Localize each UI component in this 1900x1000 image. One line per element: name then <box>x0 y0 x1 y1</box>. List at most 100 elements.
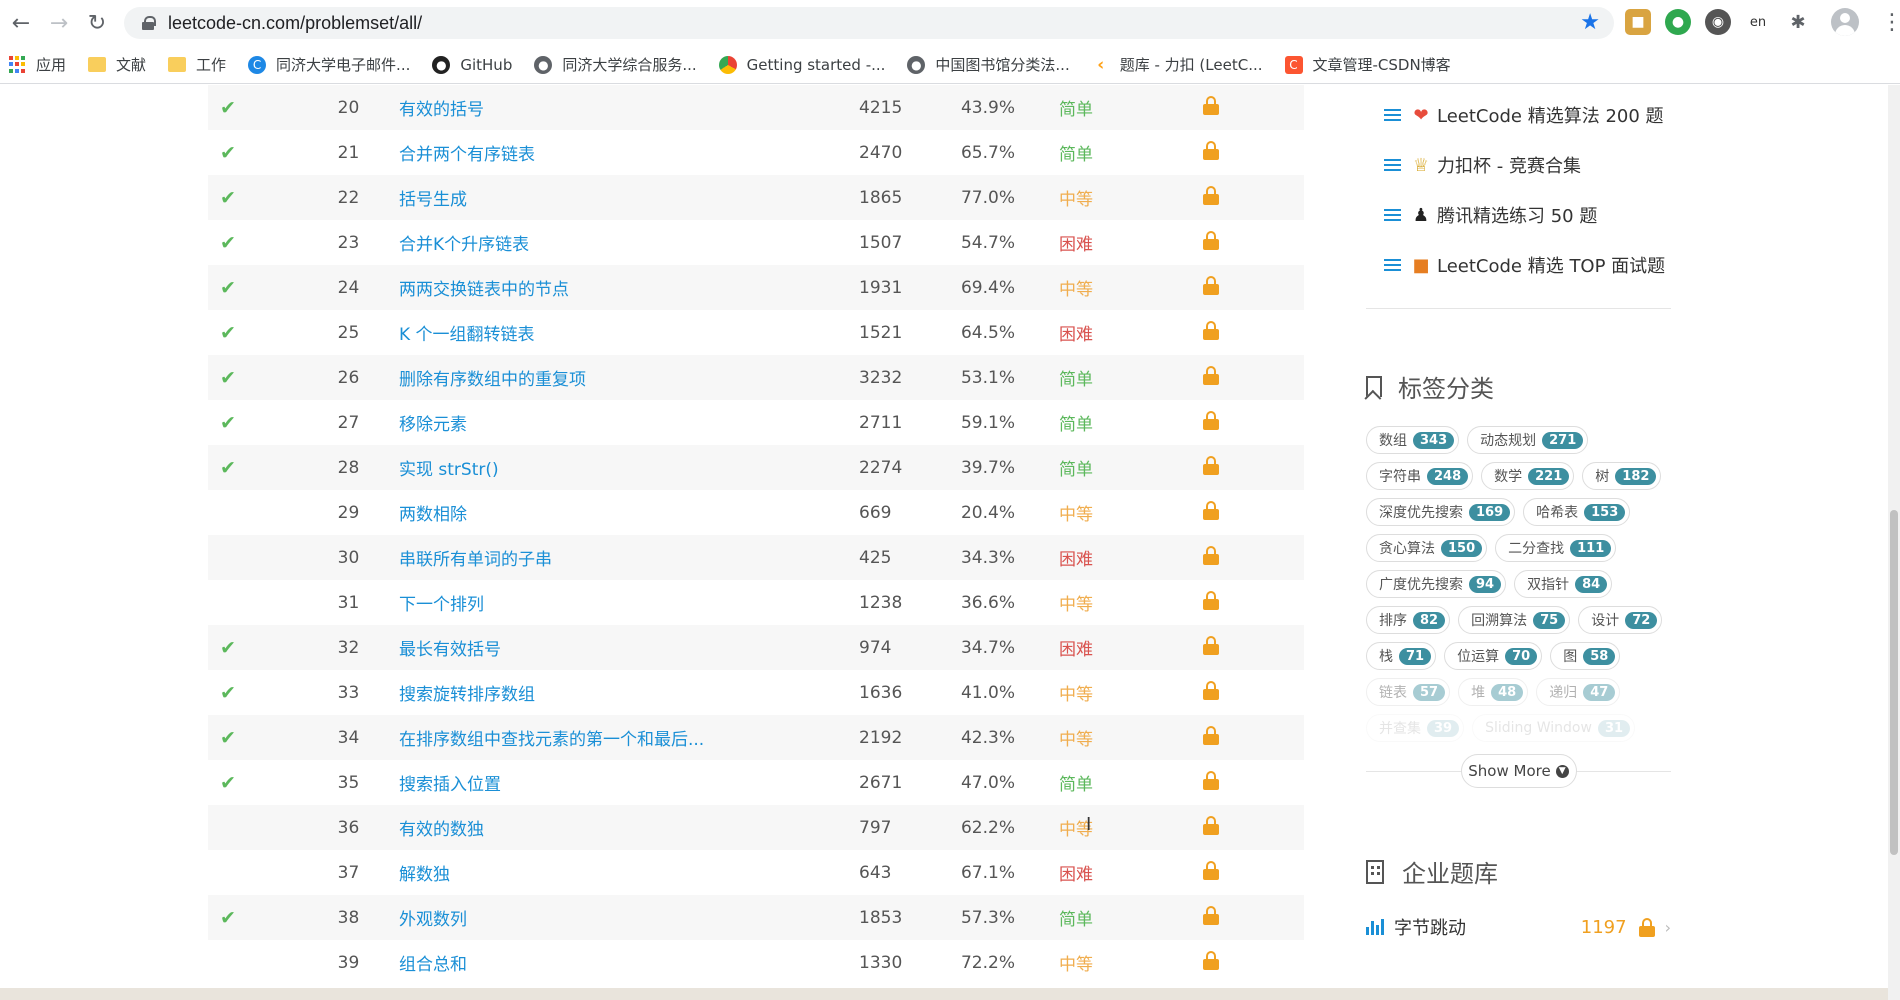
problem-row[interactable]: ✔ 21 合并两个有序链表 2470 65.7% 简单 <box>208 130 1304 175</box>
forward-arrow-icon[interactable]: → <box>42 6 76 40</box>
scrollbar-thumb[interactable] <box>1890 510 1898 855</box>
url-text[interactable]: leetcode-cn.com/problemset/all/ <box>168 13 422 34</box>
back-arrow-icon[interactable]: ← <box>4 6 38 40</box>
problem-row[interactable]: 31 下一个排列 1238 36.6% 中等 <box>208 580 1304 625</box>
frequency-lock[interactable] <box>1121 905 1241 930</box>
extension-translate-icon[interactable]: en <box>1745 9 1771 35</box>
problem-row[interactable]: ✔ 28 实现 strStr() 2274 39.7% 简单 <box>208 445 1304 490</box>
tag-chip[interactable]: 贪心算法 150 <box>1366 534 1488 562</box>
problem-title-link[interactable]: 有效的数独 <box>375 815 845 840</box>
problem-title-link[interactable]: 组合总和 <box>375 950 845 975</box>
profile-avatar[interactable] <box>1831 8 1859 36</box>
frequency-lock[interactable] <box>1121 545 1241 570</box>
problem-row[interactable]: ✔ 34 在排序数组中查找元素的第一个和最后... 2192 42.3% 中等 <box>208 715 1304 760</box>
bookmark-folder-work[interactable]: 工作 <box>168 54 226 75</box>
problem-title-link[interactable]: 串联所有单词的子串 <box>375 545 845 570</box>
extension-evernote-icon[interactable]: ● <box>1665 9 1691 35</box>
tag-chip[interactable]: 栈 71 <box>1366 642 1437 670</box>
frequency-lock[interactable] <box>1121 365 1241 390</box>
tag-chip[interactable]: 设计 72 <box>1578 606 1663 634</box>
frequency-lock[interactable] <box>1121 320 1241 345</box>
show-more-button[interactable]: Show More ▼ <box>1460 754 1577 788</box>
bookmark-apps[interactable]: 应用 <box>8 54 66 75</box>
menu-dots-icon[interactable]: ⋮ <box>1881 10 1900 35</box>
problem-row[interactable]: ✔ 23 合并K个升序链表 1507 54.7% 困难 <box>208 220 1304 265</box>
tag-chip[interactable]: 哈希表 153 <box>1523 498 1631 526</box>
bookmark-star-icon[interactable]: ★ <box>1580 10 1600 35</box>
tag-chip[interactable]: 深度优先搜索 169 <box>1366 498 1516 526</box>
problem-title-link[interactable]: 最长有效括号 <box>375 635 845 660</box>
tag-chip[interactable]: 堆 48 <box>1458 678 1529 706</box>
problem-row[interactable]: 37 解数独 643 67.1% 困难 <box>208 850 1304 895</box>
extension-colorful-icon[interactable]: ◉ <box>1705 9 1731 35</box>
problem-row[interactable]: 39 组合总和 1330 72.2% 中等 <box>208 940 1304 985</box>
tag-chip[interactable]: 递归 47 <box>1536 678 1621 706</box>
favorite-list-item[interactable]: ♕ 力扣杯 - 竞赛合集 <box>1366 140 1676 190</box>
problem-title-link[interactable]: 两数相除 <box>375 500 845 525</box>
problem-row[interactable]: 30 串联所有单词的子串 425 34.3% 困难 <box>208 535 1304 580</box>
problem-title-link[interactable]: 删除有序数组中的重复项 <box>375 365 845 390</box>
reload-icon[interactable]: ↻ <box>80 6 114 40</box>
favorite-list-item[interactable]: ■ LeetCode 精选 TOP 面试题 <box>1366 240 1676 290</box>
problem-title-link[interactable]: 外观数列 <box>375 905 845 930</box>
problem-row[interactable]: ✔ 33 搜索旋转排序数组 1636 41.0% 中等 <box>208 670 1304 715</box>
bookmark-library-classification[interactable]: ● 中国图书馆分类法... <box>907 54 1070 75</box>
tag-chip[interactable]: 排序 82 <box>1366 606 1451 634</box>
bookmark-leetcode[interactable]: ‹ 题库 - 力扣 (LeetC... <box>1092 54 1262 75</box>
tag-chip[interactable]: 二分查找 111 <box>1495 534 1617 562</box>
address-bar[interactable]: leetcode-cn.com/problemset/all/ ★ <box>124 7 1614 39</box>
problem-row[interactable]: ✔ 20 有效的括号 4215 43.9% 简单 <box>208 85 1304 130</box>
bookmark-github[interactable]: ● GitHub <box>432 55 512 74</box>
tag-chip[interactable]: 数学 221 <box>1481 462 1575 490</box>
frequency-lock[interactable] <box>1121 770 1241 795</box>
problem-row[interactable]: ✔ 32 最长有效括号 974 34.7% 困难 <box>208 625 1304 670</box>
tag-chip[interactable]: 并查集 39 <box>1366 714 1465 742</box>
page-scrollbar[interactable] <box>1888 85 1900 1000</box>
problem-title-link[interactable]: 搜索插入位置 <box>375 770 845 795</box>
tag-chip[interactable]: 数组 343 <box>1366 426 1460 454</box>
bookmark-csdn[interactable]: C 文章管理-CSDN博客 <box>1284 54 1451 75</box>
frequency-lock[interactable] <box>1121 275 1241 300</box>
frequency-lock[interactable] <box>1121 950 1241 975</box>
frequency-lock[interactable] <box>1121 635 1241 660</box>
tag-chip[interactable]: 动态规划 271 <box>1467 426 1589 454</box>
frequency-lock[interactable] <box>1121 725 1241 750</box>
problem-row[interactable]: 36 有效的数独 797 62.2% 中等 <box>208 805 1304 850</box>
frequency-lock[interactable] <box>1121 455 1241 480</box>
problem-row[interactable]: ✔ 26 删除有序数组中的重复项 3232 53.1% 简单 <box>208 355 1304 400</box>
problem-title-link[interactable]: 解数独 <box>375 860 845 885</box>
extensions-puzzle-icon[interactable]: ✱ <box>1785 9 1811 35</box>
bookmark-getting-started[interactable]: Getting started -... <box>718 55 885 74</box>
problem-title-link[interactable]: 移除元素 <box>375 410 845 435</box>
frequency-lock[interactable] <box>1121 185 1241 210</box>
frequency-lock[interactable] <box>1121 860 1241 885</box>
problem-title-link[interactable]: K 个一组翻转链表 <box>375 320 845 345</box>
frequency-lock[interactable] <box>1121 590 1241 615</box>
problem-title-link[interactable]: 下一个排列 <box>375 590 845 615</box>
frequency-lock[interactable] <box>1121 95 1241 120</box>
tag-chip[interactable]: Sliding Window 31 <box>1472 714 1636 742</box>
frequency-lock[interactable] <box>1121 140 1241 165</box>
problem-row[interactable]: ✔ 25 K 个一组翻转链表 1521 64.5% 困难 <box>208 310 1304 355</box>
frequency-lock[interactable] <box>1121 410 1241 435</box>
extension-color-icon[interactable]: ■ <box>1625 9 1651 35</box>
problem-title-link[interactable]: 在排序数组中查找元素的第一个和最后... <box>375 725 845 750</box>
tag-chip[interactable]: 位运算 70 <box>1444 642 1543 670</box>
problem-title-link[interactable]: 合并两个有序链表 <box>375 140 845 165</box>
company-row[interactable]: 字节跳动 1197 › <box>1366 907 1671 947</box>
problem-row[interactable]: 29 两数相除 669 20.4% 中等 <box>208 490 1304 535</box>
bookmark-tongji-mail[interactable]: C 同济大学电子邮件... <box>248 54 410 75</box>
frequency-lock[interactable] <box>1121 680 1241 705</box>
problem-title-link[interactable]: 合并K个升序链表 <box>375 230 845 255</box>
problem-row[interactable]: ✔ 35 搜索插入位置 2671 47.0% 简单 <box>208 760 1304 805</box>
tag-chip[interactable]: 双指针 84 <box>1514 570 1613 598</box>
problem-title-link[interactable]: 搜索旋转排序数组 <box>375 680 845 705</box>
tag-chip[interactable]: 字符串 248 <box>1366 462 1474 490</box>
tag-chip[interactable]: 图 58 <box>1550 642 1621 670</box>
tag-chip[interactable]: 树 182 <box>1582 462 1662 490</box>
problem-title-link[interactable]: 实现 strStr() <box>375 455 845 480</box>
problem-title-link[interactable]: 有效的括号 <box>375 95 845 120</box>
problem-row[interactable]: ✔ 38 外观数列 1853 57.3% 简单 <box>208 895 1304 940</box>
problem-row[interactable]: ✔ 22 括号生成 1865 77.0% 中等 <box>208 175 1304 220</box>
frequency-lock[interactable] <box>1121 815 1241 840</box>
